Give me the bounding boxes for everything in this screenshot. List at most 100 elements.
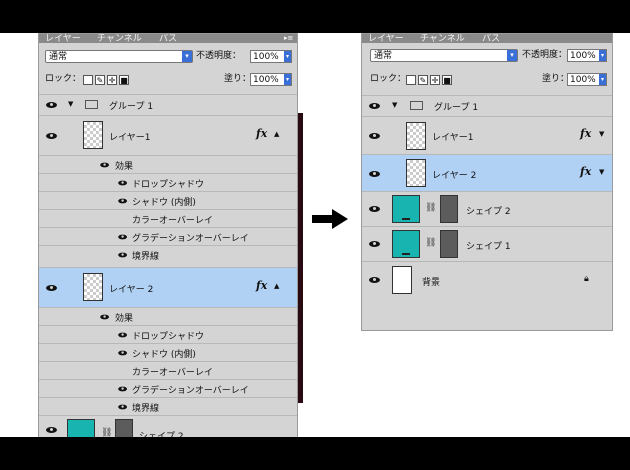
effect-name: ドロップシャドウ [132, 332, 205, 342]
layer-row-shape2[interactable]: ⛓ シェイプ 2 [362, 191, 612, 227]
tab-layers[interactable]: レイヤー [45, 34, 81, 44]
effect-row[interactable]: 境界線 [39, 245, 297, 268]
collapse-effects-icon[interactable]: ▲ [274, 130, 279, 138]
layer-thumbnail [83, 273, 103, 301]
chevron-down-icon: ▾ [284, 51, 291, 62]
visibility-eye-icon[interactable] [46, 426, 58, 434]
panel-menu-icon[interactable]: ▸≡ [284, 34, 294, 42]
layer-row-shape1[interactable]: ⛓ シェイプ 1 [362, 226, 612, 262]
layer-row-group[interactable]: ▼ グループ 1 [362, 95, 612, 117]
background-center [300, 33, 358, 437]
effect-eye-icon[interactable] [118, 252, 128, 258]
effect-eye-icon[interactable] [118, 350, 128, 356]
blend-mode-select[interactable]: 通常 ▾ [45, 50, 193, 63]
visibility-eye-icon[interactable] [46, 132, 58, 140]
fx-icon[interactable]: fx [256, 127, 267, 140]
effect-row[interactable]: ドロップシャドウ [39, 325, 297, 344]
effect-row[interactable]: グラデーションオーバーレイ [39, 379, 297, 398]
layer-name: シェイプ 1 [466, 242, 511, 252]
effect-row[interactable]: ドロップシャドウ [39, 173, 297, 192]
effect-eye-icon[interactable] [118, 234, 128, 240]
effect-row[interactable]: シャドウ (内側) [39, 343, 297, 362]
effect-eye-icon[interactable] [118, 198, 128, 204]
effect-name: カラーオーバーレイ [132, 368, 213, 378]
effects-header-row[interactable]: 効果 [39, 155, 297, 174]
layer-name: レイヤー1 [432, 133, 474, 143]
visibility-eye-icon[interactable] [369, 132, 381, 140]
effects-header-row[interactable]: 効果 [39, 307, 297, 326]
effect-row[interactable]: カラーオーバーレイ [39, 361, 297, 380]
lock-all-icon[interactable]: ■ [442, 75, 452, 85]
layer-thumbnail [406, 122, 426, 150]
expand-triangle-icon[interactable]: ▼ [392, 101, 397, 109]
effect-row[interactable]: グラデーションオーバーレイ [39, 227, 297, 246]
effect-eye-icon[interactable] [100, 162, 110, 168]
layer-row-group[interactable]: ▼ グループ 1 [39, 94, 297, 116]
visibility-eye-icon[interactable] [46, 284, 58, 292]
lock-label: ロック： [370, 74, 407, 84]
effect-eye-icon[interactable] [118, 386, 128, 392]
vector-mask-thumbnail [115, 419, 133, 437]
visibility-eye-icon[interactable] [369, 170, 381, 178]
tab-layers[interactable]: レイヤー [368, 34, 404, 44]
layers-panel-after: レイヤー チャンネル パス 通常 ▾ 不透明度： 100% ▾ ロック： ✎ ✛… [361, 33, 613, 331]
letterbox-bottom [0, 437, 630, 470]
layer-row-layer2-selected[interactable]: レイヤー 2 fx ▲ [39, 267, 297, 308]
layer-thumbnail [406, 159, 426, 187]
lock-all-icon[interactable]: ■ [119, 75, 129, 85]
lock-move-icon[interactable]: ✛ [430, 75, 440, 85]
collapse-effects-icon[interactable]: ▲ [274, 282, 279, 290]
layer-row-layer2-selected[interactable]: レイヤー 2 fx ▼ [362, 154, 612, 192]
expand-effects-icon[interactable]: ▼ [599, 130, 604, 138]
effect-eye-icon[interactable] [118, 404, 128, 410]
fx-icon[interactable]: fx [580, 165, 591, 178]
tab-paths[interactable]: パス [482, 34, 500, 44]
tab-channels[interactable]: チャンネル [420, 34, 465, 44]
visibility-eye-icon[interactable] [369, 276, 381, 284]
expand-effects-icon[interactable]: ▼ [599, 168, 604, 176]
opacity-field[interactable]: 100% ▾ [250, 50, 292, 63]
fx-icon[interactable]: fx [256, 279, 267, 292]
fill-field[interactable]: 100% ▾ [250, 73, 292, 86]
layer-row-shape2[interactable]: ⛓ シェイプ 2 [39, 415, 297, 437]
layer-name: グループ 1 [434, 103, 479, 113]
vector-mask-thumbnail [440, 230, 458, 258]
link-chain-icon: ⛓ [425, 203, 437, 213]
tab-channels[interactable]: チャンネル [97, 34, 142, 44]
fill-value: 100% [570, 75, 596, 85]
video-stage: レイヤー チャンネル パス ▸≡ 通常 ▾ 不透明度： 100% ▾ ロック： … [0, 33, 630, 437]
effect-eye-icon[interactable] [118, 180, 128, 186]
effect-row[interactable]: カラーオーバーレイ [39, 209, 297, 228]
lock-brush-icon[interactable]: ✎ [95, 75, 105, 85]
layer-row-layer1[interactable]: レイヤー1 fx ▲ [39, 115, 297, 156]
layer-row-background[interactable]: 背景 🔒︎ [362, 261, 612, 299]
opacity-value: 100% [570, 51, 596, 61]
tab-paths[interactable]: パス [159, 34, 177, 44]
opacity-field[interactable]: 100% ▾ [567, 49, 607, 62]
effect-eye-icon[interactable] [100, 314, 110, 320]
lock-brush-icon[interactable]: ✎ [418, 75, 428, 85]
blend-mode-select[interactable]: 通常 ▾ [370, 49, 518, 62]
layers-panel-before: レイヤー チャンネル パス ▸≡ 通常 ▾ 不透明度： 100% ▾ ロック： … [38, 33, 298, 437]
vector-mask-thumbnail [440, 195, 458, 223]
effect-row[interactable]: シャドウ (内側) [39, 191, 297, 210]
effect-name: シャドウ (内側) [132, 198, 196, 208]
layer-thumbnail [67, 419, 95, 437]
lock-transparent-icon[interactable] [406, 75, 416, 85]
lock-move-icon[interactable]: ✛ [107, 75, 117, 85]
visibility-eye-icon[interactable] [369, 240, 381, 248]
link-chain-icon: ⛓ [101, 428, 113, 437]
visibility-eye-icon[interactable] [369, 205, 381, 213]
effect-row[interactable]: 境界線 [39, 397, 297, 416]
layer-name: 背景 [422, 278, 441, 288]
lock-transparent-icon[interactable] [83, 75, 93, 85]
chevron-down-icon: ▾ [284, 74, 291, 85]
fill-value: 100% [253, 75, 279, 85]
fx-icon[interactable]: fx [580, 127, 591, 140]
expand-triangle-icon[interactable]: ▼ [68, 100, 73, 108]
layer-row-layer1[interactable]: レイヤー1 fx ▼ [362, 116, 612, 155]
fill-field[interactable]: 100% ▾ [567, 73, 607, 86]
visibility-eye-icon[interactable] [369, 102, 381, 110]
effect-eye-icon[interactable] [118, 332, 128, 338]
visibility-eye-icon[interactable] [46, 101, 58, 109]
